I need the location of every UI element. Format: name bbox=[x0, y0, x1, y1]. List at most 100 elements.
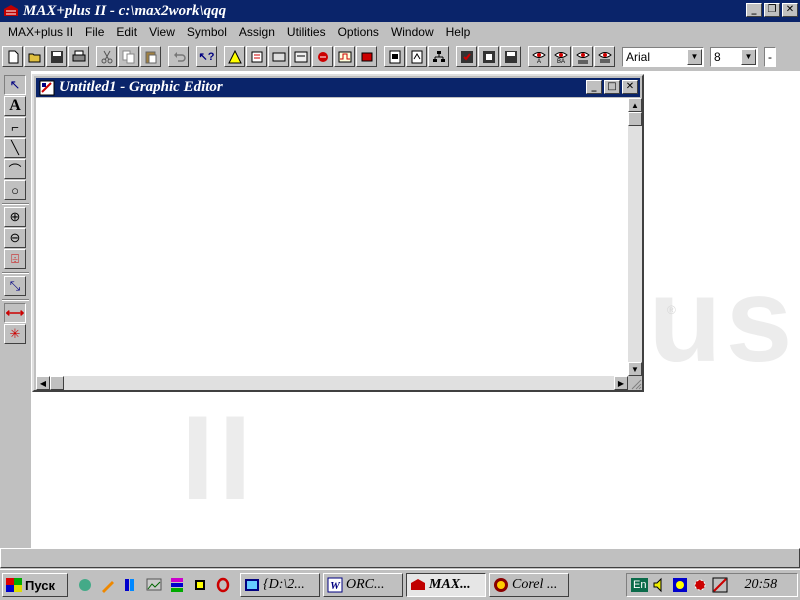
help-pointer-button[interactable]: ↖? bbox=[196, 46, 217, 67]
scroll-up-button[interactable]: ▲ bbox=[628, 98, 642, 112]
simulator-button[interactable] bbox=[312, 46, 333, 67]
menu-options[interactable]: Options bbox=[332, 25, 385, 39]
text-icon: A bbox=[9, 97, 21, 114]
save-check-button[interactable] bbox=[456, 46, 477, 67]
quick-launch-chip[interactable] bbox=[191, 576, 209, 594]
programmer-button[interactable] bbox=[356, 46, 377, 67]
menu-file[interactable]: File bbox=[79, 25, 110, 39]
floorplan-button[interactable] bbox=[268, 46, 289, 67]
task-maxplus[interactable]: MAX... bbox=[406, 573, 486, 597]
warning-icon bbox=[227, 49, 242, 63]
text-up-button[interactable]: A bbox=[528, 46, 549, 67]
books-icon bbox=[125, 579, 134, 591]
graphic-editor-window[interactable]: Untitled1 - Graphic Editor _ □ ✕ ▲ ▼ ◀ ▶ bbox=[32, 74, 644, 392]
task-corel[interactable]: Corel ... bbox=[489, 573, 569, 597]
volume-tray[interactable] bbox=[652, 577, 668, 593]
save-simulate-button[interactable] bbox=[500, 46, 521, 67]
printer-icon bbox=[72, 50, 85, 61]
line-style-select[interactable]: - bbox=[764, 46, 776, 67]
resize-grip[interactable] bbox=[628, 376, 642, 390]
text-tool[interactable]: A bbox=[4, 96, 26, 116]
task-folder[interactable]: {D:\2... bbox=[240, 573, 320, 597]
horizontal-scroll-thumb[interactable] bbox=[50, 376, 64, 390]
project-top-button[interactable] bbox=[406, 46, 427, 67]
zoom-in-tool[interactable]: ⊕ bbox=[4, 207, 26, 227]
chevron-down-icon[interactable]: ▼ bbox=[741, 48, 756, 65]
pen-check-icon bbox=[712, 577, 728, 593]
circle-tool[interactable]: ○ bbox=[4, 180, 26, 200]
close-button[interactable]: ✕ bbox=[782, 3, 798, 17]
menu-symbol[interactable]: Symbol bbox=[181, 25, 233, 39]
orthogonal-line-tool[interactable]: ⌐ bbox=[4, 117, 26, 137]
child-close-button[interactable]: ✕ bbox=[622, 80, 638, 94]
menu-edit[interactable]: Edit bbox=[110, 25, 143, 39]
pen-tray[interactable] bbox=[712, 577, 728, 593]
arc-tool[interactable]: ⌒ bbox=[4, 159, 26, 179]
minimize-button[interactable]: _ bbox=[746, 3, 762, 17]
print-button[interactable] bbox=[68, 46, 89, 67]
hierarchy-button[interactable] bbox=[246, 46, 267, 67]
cut-button[interactable] bbox=[96, 46, 117, 67]
hierarchy-tree-button[interactable] bbox=[428, 46, 449, 67]
menu-view[interactable]: View bbox=[143, 25, 181, 39]
main-title-bar[interactable]: MAX+plus II - c:\max2work\qqq _ ❐ ✕ bbox=[0, 0, 800, 22]
project-save-button[interactable] bbox=[384, 46, 405, 67]
compiler-button[interactable] bbox=[290, 46, 311, 67]
disconnect-tool[interactable]: ✳ bbox=[4, 324, 26, 344]
vertical-scrollbar[interactable]: ▲ ▼ bbox=[628, 98, 642, 376]
tree-icon bbox=[432, 50, 445, 62]
gear-icon bbox=[694, 579, 706, 591]
vertical-scroll-thumb[interactable] bbox=[628, 112, 642, 126]
open-file-button[interactable] bbox=[24, 46, 45, 67]
paste-button[interactable] bbox=[140, 46, 161, 67]
clock[interactable]: 20:58 bbox=[744, 577, 777, 593]
undo-button[interactable] bbox=[168, 46, 189, 67]
connect-tool[interactable]: ⟷ bbox=[4, 303, 26, 323]
zoom-out-tool[interactable]: ⊖ bbox=[4, 228, 26, 248]
quick-launch-image[interactable] bbox=[145, 576, 163, 594]
quick-launch-pencil[interactable] bbox=[99, 576, 117, 594]
save-button[interactable] bbox=[46, 46, 67, 67]
horizontal-scrollbar[interactable]: ◀ ▶ bbox=[36, 376, 628, 390]
warning-button[interactable] bbox=[224, 46, 245, 67]
scroll-down-button[interactable]: ▼ bbox=[628, 362, 642, 376]
menu-window[interactable]: Window bbox=[385, 25, 440, 39]
chip-icon bbox=[195, 580, 205, 590]
start-button[interactable]: Пуск bbox=[2, 573, 68, 597]
copy-button[interactable] bbox=[118, 46, 139, 67]
quick-launch-books[interactable] bbox=[122, 576, 140, 594]
graphic-editor-title-bar[interactable]: Untitled1 - Graphic Editor _ □ ✕ bbox=[36, 78, 640, 97]
text-both-button[interactable]: BA bbox=[550, 46, 571, 67]
fit-in-window-tool[interactable]: ⌹ bbox=[4, 249, 26, 269]
menu-utilities[interactable]: Utilities bbox=[281, 25, 332, 39]
quick-launch-desktop[interactable] bbox=[76, 576, 94, 594]
font-select[interactable]: Arial ▼ bbox=[622, 46, 704, 67]
restore-button[interactable]: ❐ bbox=[764, 3, 780, 17]
child-maximize-button[interactable]: □ bbox=[604, 80, 620, 94]
undo-icon bbox=[173, 51, 186, 62]
timing-button[interactable] bbox=[334, 46, 355, 67]
save-compile-button[interactable] bbox=[478, 46, 499, 67]
quick-launch-opera[interactable] bbox=[214, 576, 232, 594]
new-file-button[interactable] bbox=[2, 46, 23, 67]
language-indicator[interactable]: En bbox=[631, 578, 649, 592]
quick-launch-winrar[interactable] bbox=[168, 576, 186, 594]
chevron-down-icon[interactable]: ▼ bbox=[687, 48, 702, 65]
child-minimize-button[interactable]: _ bbox=[586, 80, 602, 94]
schematic-canvas[interactable] bbox=[36, 98, 628, 376]
network-tray[interactable] bbox=[672, 577, 688, 593]
gear-tray[interactable] bbox=[692, 577, 708, 593]
rubberband-tool[interactable]: ⤡ bbox=[4, 276, 26, 296]
menu-assign[interactable]: Assign bbox=[233, 25, 281, 39]
menu-maxplus[interactable]: MAX+plus II bbox=[2, 25, 79, 39]
lines-view-button[interactable] bbox=[572, 46, 593, 67]
scroll-right-button[interactable]: ▶ bbox=[614, 376, 628, 390]
selection-tool[interactable]: ↖ bbox=[4, 75, 26, 95]
font-size-select[interactable]: 8 ▼ bbox=[710, 46, 758, 67]
rows-view-button[interactable] bbox=[594, 46, 615, 67]
menu-help[interactable]: Help bbox=[440, 25, 477, 39]
new-file-icon bbox=[8, 50, 18, 63]
scroll-left-button[interactable]: ◀ bbox=[36, 376, 50, 390]
diagonal-line-tool[interactable]: ╲ bbox=[4, 138, 26, 158]
task-word[interactable]: W ORC... bbox=[323, 573, 403, 597]
